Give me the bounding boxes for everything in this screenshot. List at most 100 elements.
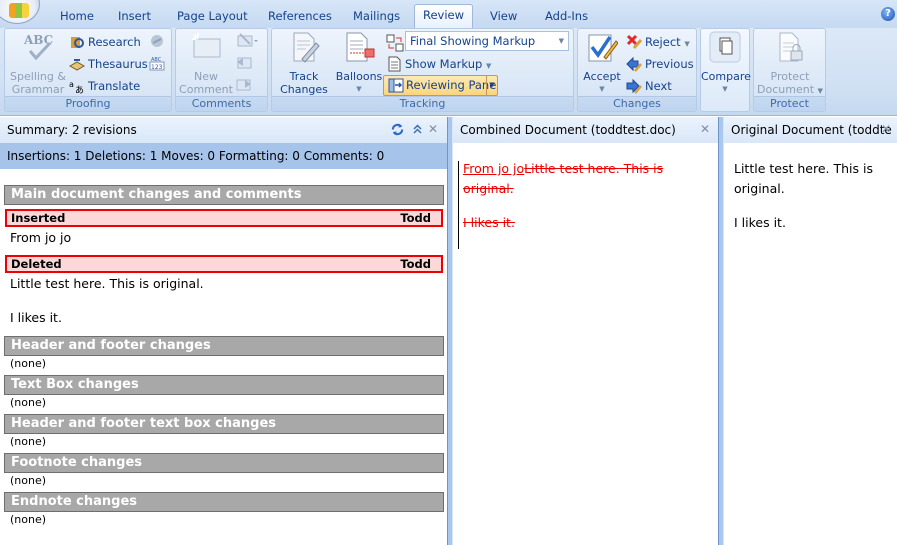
comments-group: New Comment Comments [175,28,268,112]
deleted-text: original. [463,181,514,196]
office-logo-icon [9,3,29,18]
new-comment-icon [192,33,221,58]
balloons-dropdown-arrow[interactable]: ▼ [334,83,384,96]
combined-document-body[interactable]: From jo joLittle test here. This is orig… [463,159,713,233]
research-button[interactable]: Research [69,32,141,52]
original-document-header: Original Document (toddte [724,117,897,143]
tab-mailings[interactable]: Mailings [345,8,408,28]
collapse-up-icon[interactable] [413,124,422,134]
compare-icon [709,31,741,63]
revision-header-inserted[interactable]: Inserted Todd [5,209,443,227]
svg-text:あ: あ [75,85,84,94]
section-empty-text: (none) [10,513,47,526]
office-button[interactable] [0,0,40,24]
next-change-button[interactable]: Next [626,76,672,96]
compare-button[interactable]: Compare ▼ [701,31,751,96]
previous-arrow-icon [626,56,642,72]
revision-header-deleted[interactable]: Deleted Todd [5,255,443,273]
tab-insert[interactable]: Insert [110,8,159,28]
help-icon[interactable]: ? [881,7,895,21]
display-for-review-select[interactable]: Final Showing Markup ▼ [405,31,569,51]
next-arrow-icon [626,78,642,94]
tab-home[interactable]: Home [52,8,102,28]
section-header-header-footer[interactable]: Header and footer changes [4,336,444,356]
protect-document-icon [779,32,803,62]
balloons-icon [346,32,375,62]
spelling-check-icon: ABC [23,33,53,61]
section-header-footnote[interactable]: Footnote changes [4,453,444,473]
accept-icon [588,34,619,62]
balloons-button[interactable]: Balloons ▼ [334,31,384,96]
change-bar [458,161,459,249]
pane-splitter[interactable] [447,117,453,545]
new-comment-button[interactable]: New Comment [178,31,234,96]
thesaurus-icon [69,58,85,71]
svg-text:123: 123 [151,64,163,71]
research-icon [71,36,84,48]
compare-dropdown-arrow[interactable]: ▼ [701,83,749,96]
accept-button[interactable]: Accept ▼ [580,31,624,96]
ribbon: ABC Spelling & Grammar Research Thesauru… [0,28,897,116]
svg-text:a: a [69,80,74,89]
combined-document-close-icon[interactable]: ✕ [700,122,710,136]
revision-author: Todd [400,257,431,271]
compare-group: Compare ▼ [700,28,751,112]
document-panels: Summary: 2 revisions ✕ Insertions: 1 Del… [0,117,897,545]
delete-comment-icon[interactable] [236,33,260,49]
original-document-body[interactable]: Little test here. This is original. I li… [734,159,894,233]
reviewing-pane-dropdown-arrow[interactable]: ▼ [486,76,497,95]
revision-stats: Insertions: 1 Deletions: 1 Moves: 0 Form… [0,143,447,169]
changes-group: Accept ▼ Reject ▼ Previous Next Changes [577,28,697,112]
previous-change-button[interactable]: Previous [626,54,694,74]
translate-button[interactable]: a あ Translate [69,76,140,96]
next-comment-icon[interactable] [236,77,252,93]
refresh-icon[interactable] [391,123,404,136]
set-language-icon[interactable] [149,33,165,49]
track-changes-icon [293,32,320,63]
tracking-group-label: Tracking [272,96,573,111]
show-markup-button[interactable]: Show Markup ▼ [386,54,491,74]
section-header-text-box[interactable]: Text Box changes [4,375,444,395]
revision-text-deleted[interactable]: Little test here. This is original. [10,276,204,291]
thesaurus-button[interactable]: Thesaurus [69,54,148,74]
section-empty-text: (none) [10,357,47,370]
reviewing-pane-button[interactable]: Reviewing Pane ▼ [383,75,498,96]
changes-group-label: Changes [578,96,696,111]
word-count-icon[interactable]: ABC123 [149,55,165,71]
tab-page-layout[interactable]: Page Layout [169,8,256,28]
reviewing-pane-close-icon[interactable]: ✕ [428,122,438,136]
protect-group-label: Protect [754,96,825,111]
revision-text-deleted-para2[interactable]: I likes it. [10,310,62,325]
original-document-close-icon[interactable]: ✕ [881,122,891,136]
revision-text-inserted[interactable]: From jo jo [10,230,71,245]
reviewing-pane-title: Summary: 2 revisions [7,123,137,137]
original-document-title: Original Document (toddte [731,123,892,137]
tab-references[interactable]: References [260,8,340,28]
deleted-text: Little test here. This is [524,161,664,176]
show-markup-icon [388,56,401,71]
reject-button[interactable]: Reject ▼ [626,32,690,52]
spelling-grammar-button[interactable]: ABC Spelling & Grammar [9,31,67,96]
translate-icon: aあ [69,80,84,94]
section-header-endnote[interactable]: Endnote changes [4,492,444,512]
section-header-header-footer-text-box[interactable]: Header and footer text box changes [4,414,444,434]
svg-text:ABC: ABC [151,57,162,63]
accept-dropdown-arrow[interactable]: ▼ [580,83,624,96]
proofing-group-label: Proofing [5,96,171,111]
pane-splitter[interactable] [718,117,724,545]
reviewing-pane-icon [388,78,404,93]
tab-review[interactable]: Review [414,4,474,28]
tab-add-ins[interactable]: Add-Ins [537,8,596,28]
tab-view[interactable]: View [482,8,525,28]
combined-document-header: Combined Document (toddtest.doc) [453,117,718,143]
display-for-review-icon [386,34,404,52]
section-header-main[interactable]: Main document changes and comments [4,185,444,205]
ribbon-tab-bar: Home Insert Page Layout References Maili… [0,0,897,28]
inserted-text: From jo jo [463,161,525,176]
revision-author: Todd [400,211,431,225]
previous-comment-icon[interactable] [236,55,252,71]
reviewing-pane-header: Summary: 2 revisions [0,117,447,143]
section-empty-text: (none) [10,396,47,409]
protect-document-button[interactable]: Protect Document ▼ [754,31,826,98]
section-empty-text: (none) [10,474,47,487]
